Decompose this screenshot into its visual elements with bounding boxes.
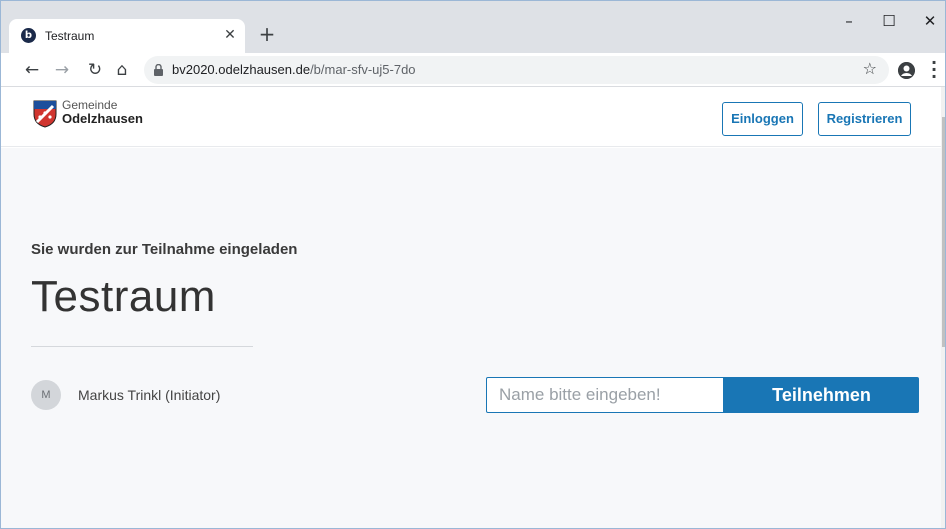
url-text: bv2020.odelzhausen.de/b/mar-sfv-uj5-7do xyxy=(172,62,416,77)
name-input[interactable] xyxy=(486,377,724,413)
close-window-icon[interactable]: ✕ xyxy=(915,11,945,31)
url-path: /b/mar-sfv-uj5-7do xyxy=(310,62,416,77)
browser-tab[interactable]: b Testraum ✕ xyxy=(9,19,245,53)
room-invitation-panel: Sie wurden zur Teilnahme eingeladen Test… xyxy=(1,148,941,528)
forward-arrow-icon[interactable]: → xyxy=(51,59,73,81)
avatar: M xyxy=(31,380,61,410)
register-button[interactable]: Registrieren xyxy=(818,102,911,136)
tab-strip: b Testraum ✕ + – ☐ ✕ xyxy=(1,1,945,53)
close-tab-icon[interactable]: ✕ xyxy=(221,26,239,44)
site-header: Gemeinde Odelzhausen Einloggen Registrie… xyxy=(1,87,941,147)
room-title: Testraum xyxy=(31,272,216,321)
coat-of-arms-logo[interactable] xyxy=(33,100,57,128)
join-button[interactable]: Teilnehmen xyxy=(724,377,919,413)
address-bar[interactable]: bv2020.odelzhausen.de/b/mar-sfv-uj5-7do … xyxy=(144,56,889,84)
invitation-text: Sie wurden zur Teilnahme eingeladen xyxy=(31,241,298,258)
login-button[interactable]: Einloggen xyxy=(722,102,803,136)
web-page: Gemeinde Odelzhausen Einloggen Registrie… xyxy=(1,87,945,528)
lock-icon xyxy=(154,64,163,76)
new-tab-icon[interactable]: + xyxy=(257,24,277,45)
profile-icon[interactable] xyxy=(898,62,915,79)
initiator-name: Markus Trinkl (Initiator) xyxy=(78,387,221,403)
menu-icon[interactable]: · · · xyxy=(928,55,940,85)
url-host: bv2020.odelzhausen.de xyxy=(172,62,311,77)
back-arrow-icon[interactable]: ← xyxy=(21,59,43,81)
scrollbar[interactable] xyxy=(941,87,945,528)
maximize-icon[interactable]: ☐ xyxy=(874,11,904,31)
minimize-icon[interactable]: – xyxy=(834,11,864,31)
logo-text-town: Odelzhausen xyxy=(62,111,143,126)
browser-window: b Testraum ✕ + – ☐ ✕ ← → ↻ ⌂ bv2020.odel… xyxy=(0,0,946,529)
star-icon[interactable]: ☆ xyxy=(863,59,877,78)
scrollbar-thumb[interactable] xyxy=(942,117,945,347)
divider xyxy=(31,346,253,347)
favicon-icon: b xyxy=(21,28,36,43)
browser-toolbar: ← → ↻ ⌂ bv2020.odelzhausen.de/b/mar-sfv-… xyxy=(1,53,945,87)
home-icon[interactable]: ⌂ xyxy=(111,59,133,81)
tab-title: Testraum xyxy=(45,29,95,43)
reload-icon[interactable]: ↻ xyxy=(84,59,106,81)
